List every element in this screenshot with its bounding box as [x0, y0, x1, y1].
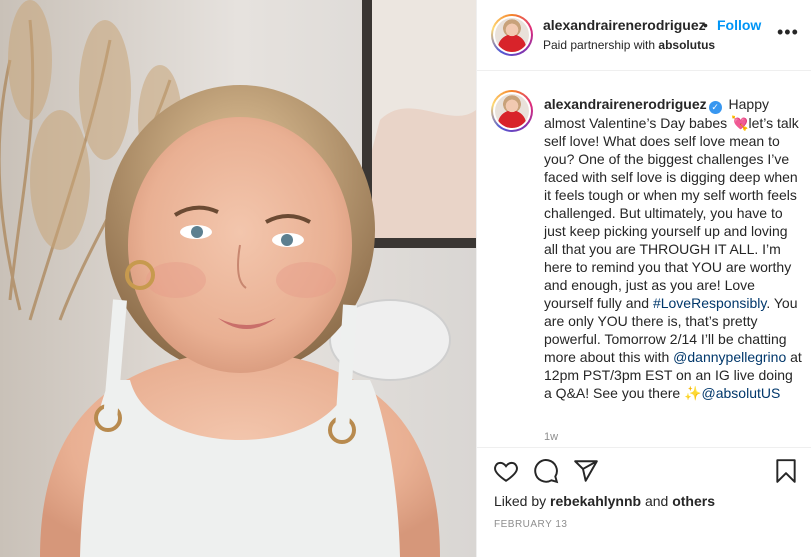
liked-and: and: [644, 493, 669, 509]
share-icon[interactable]: [573, 458, 601, 486]
author-username[interactable]: alexandrairenerodriguez: [543, 17, 706, 33]
partner-link[interactable]: absolutus: [658, 38, 715, 52]
post-image: [0, 0, 476, 557]
post-panel: alexandrairenerodriguez • Follow Paid pa…: [476, 0, 811, 557]
post-caption: alexandrairenerodriguez ✓ Happy almost Va…: [544, 95, 804, 402]
bookmark-icon[interactable]: [773, 458, 801, 486]
hashtag-link[interactable]: #LoveResponsibly: [653, 295, 766, 311]
follow-button[interactable]: Follow: [717, 17, 761, 33]
post-date[interactable]: FEBRUARY 13: [494, 519, 568, 530]
more-options-icon[interactable]: •••: [777, 23, 799, 41]
caption-area: alexandrairenerodriguez ✓ Happy almost Va…: [477, 72, 811, 446]
caption-avatar[interactable]: [491, 90, 533, 132]
comment-icon[interactable]: [533, 458, 561, 486]
caption-username[interactable]: alexandrairenerodriguez: [544, 96, 707, 112]
post-header: alexandrairenerodriguez • Follow Paid pa…: [477, 0, 811, 71]
partnership-prefix: Paid partnership with: [543, 38, 656, 52]
paid-partnership-label: Paid partnership with absolutus: [543, 38, 715, 52]
caption-time-ago[interactable]: 1w: [544, 431, 558, 443]
liked-prefix: Liked by: [494, 493, 547, 509]
caption-text-1: Happy almost Valentine’s Day babes 💘let’…: [544, 96, 799, 311]
header-separator: •: [703, 17, 708, 33]
author-avatar[interactable]: [491, 14, 533, 56]
liked-others-link[interactable]: others: [672, 493, 715, 509]
liked-user-link[interactable]: rebekahlynnb: [550, 493, 641, 509]
post-photo[interactable]: [0, 0, 476, 557]
liked-by-text: Liked by rebekahlynnb and others: [494, 493, 715, 509]
verified-badge-icon: ✓: [708, 101, 722, 114]
mention-link-1[interactable]: @dannypellegrino: [673, 349, 786, 365]
heart-icon[interactable]: [493, 458, 521, 486]
post-actions: Liked by rebekahlynnb and others FEBRUAR…: [477, 447, 811, 557]
mention-link-2[interactable]: @absolutUS: [702, 385, 781, 401]
